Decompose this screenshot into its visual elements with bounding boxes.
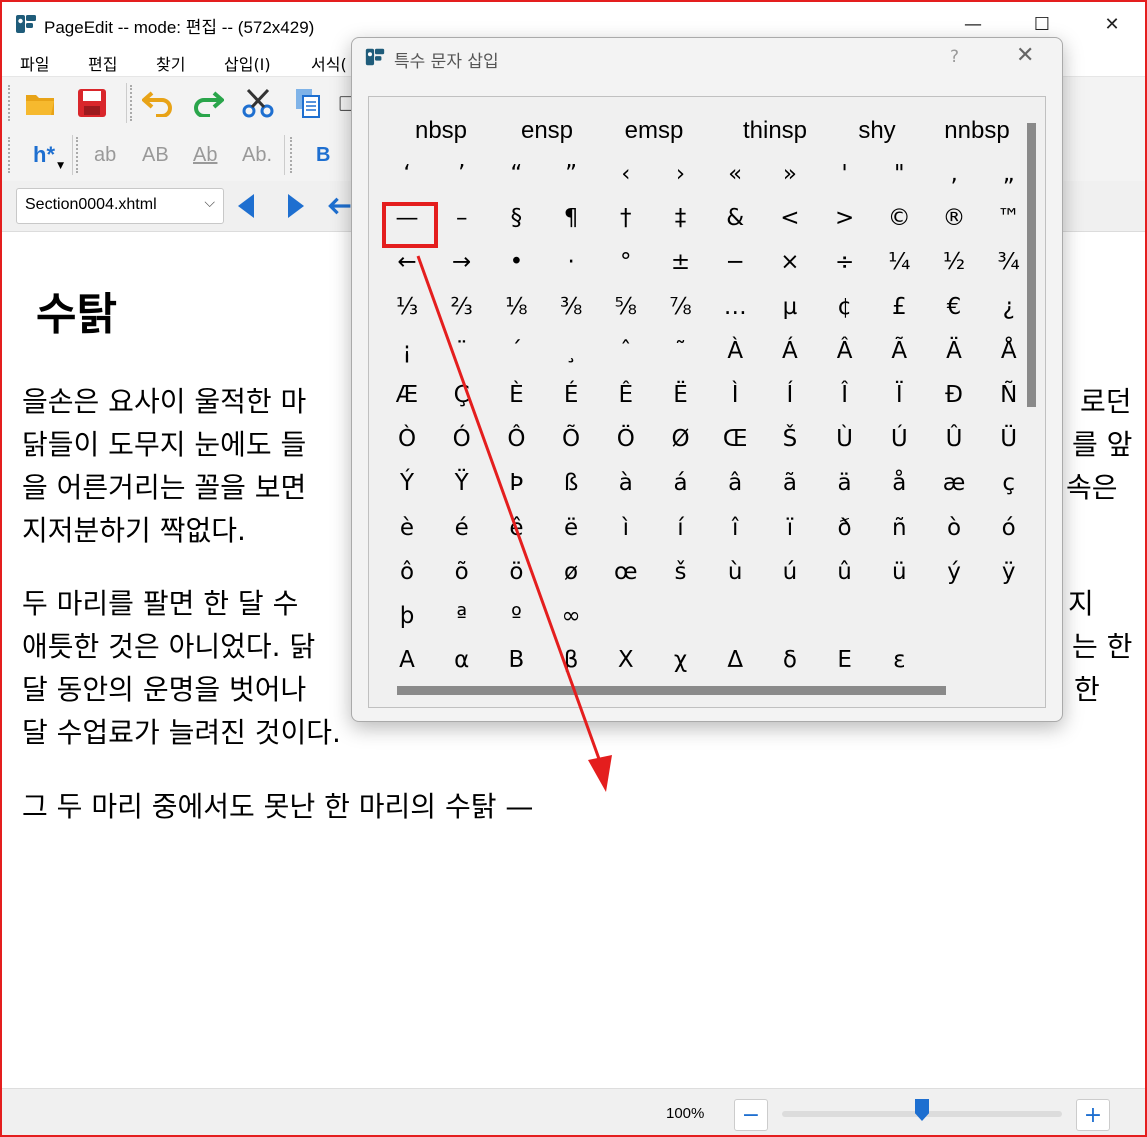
annotation-arrow	[416, 255, 612, 792]
